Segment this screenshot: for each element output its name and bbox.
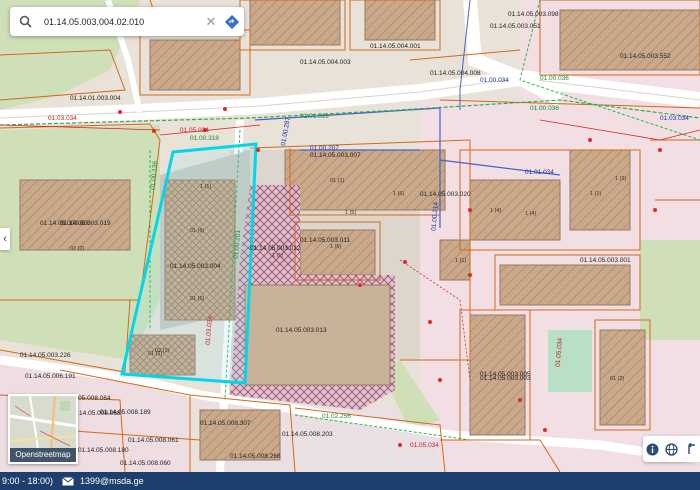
- road-label: 01.01.019: [300, 113, 329, 120]
- building-label: 01 (6): [190, 228, 205, 234]
- parcel-label: 01.14.05.004.001: [370, 43, 421, 50]
- parcel-label: 01.14.05.003.019: [60, 220, 111, 227]
- parcel-label: 01.14.05.003.226: [20, 352, 71, 359]
- parcel-label: 01.14.05.003.020: [420, 191, 471, 198]
- road-label: 01.03.034: [48, 115, 77, 122]
- building: [364, 0, 436, 41]
- road-label: 01.05.034: [180, 127, 209, 134]
- parcel-label: 01.14.05.008.203: [282, 431, 333, 438]
- road-label: 01.03.034: [660, 115, 689, 122]
- parcel-label: 01.14.05.003.004: [170, 263, 221, 270]
- building-label: 01 (1): [330, 178, 345, 184]
- building: [569, 149, 631, 231]
- building-label: 1 (3): [615, 176, 626, 182]
- parcel-label: 01.14.05.003.005: [480, 371, 531, 378]
- parcel-label: 01.14.01.003.004: [70, 95, 121, 102]
- parcel-label: 01.14.05.008.268: [230, 453, 281, 460]
- parcel-label: 01.14.05.003.001: [580, 257, 631, 264]
- parcel-label: 01.14.05.003.098: [508, 11, 559, 18]
- building-label: 1 (4): [490, 208, 501, 214]
- parcel-label: 01.14.05.008.060: [120, 460, 171, 467]
- building-label: 01 (2): [610, 376, 625, 382]
- building-label: 1 (5): [345, 210, 356, 216]
- building-label: 1 (4): [525, 211, 536, 217]
- parcel-label: 01.14.05.008.307: [200, 420, 251, 427]
- back-arrow-icon[interactable]: [684, 442, 698, 456]
- map-tools: [643, 436, 700, 462]
- parcel-label: 01.14.05.008.180: [78, 447, 129, 454]
- road-label: 01.01.034: [525, 169, 554, 176]
- contact-email[interactable]: 1399@msda.ge: [62, 476, 144, 486]
- building-label: 01 (6): [190, 296, 205, 302]
- building-label: 1 (6): [393, 191, 404, 197]
- cadastral-map[interactable]: 01.14.05.003.004 01.14.05.003.005 01.14.…: [0, 0, 700, 473]
- info-icon[interactable]: [646, 442, 660, 456]
- footer-bar: 9:00 - 18:00) 1399@msda.ge: [0, 472, 700, 490]
- mail-icon: [62, 476, 74, 485]
- road-label: 01.00.034: [480, 77, 509, 84]
- working-hours: 9:00 - 18:00): [2, 476, 54, 486]
- road-label: 01.05.034: [410, 442, 439, 449]
- parcel-label: 01.14.05.008.061: [128, 437, 179, 444]
- building-label: 1 (1): [455, 258, 466, 264]
- collapse-panel-button[interactable]: ‹: [0, 228, 10, 250]
- park-area: [640, 240, 700, 340]
- building: [244, 284, 391, 386]
- building: [559, 9, 700, 71]
- email-text: 1399@msda.ge: [80, 476, 144, 486]
- building-label: 1 (6): [330, 244, 341, 250]
- parcel-label: 01.14.05.006.191: [25, 373, 76, 380]
- road-label: 01.00.036: [530, 105, 559, 112]
- parcel-label: 01.14.05.003.552: [620, 53, 671, 60]
- search-box: ✕: [10, 7, 244, 36]
- road-label: 01.00.036: [540, 75, 569, 82]
- parcel-label: 01.14.05.003.011: [300, 237, 351, 244]
- road-label: 01.00.318: [190, 135, 219, 142]
- building: [284, 149, 446, 211]
- parcel-label: 01.14.05.003.007: [310, 152, 361, 159]
- building-label: 02 (2): [70, 246, 85, 252]
- building: [249, 0, 341, 46]
- basemap-label: Openstreetmap: [10, 448, 76, 462]
- search-input[interactable]: [40, 16, 202, 27]
- building-label: 1 (1): [272, 253, 283, 259]
- building-label: 1 (1): [590, 191, 601, 197]
- building: [499, 264, 631, 306]
- parcel-label: 01.14.05.004.008: [430, 70, 481, 77]
- basemap-switcher[interactable]: Openstreetmap: [8, 394, 78, 464]
- building: [19, 179, 131, 251]
- parcel-label: 01.14.05.004.003: [300, 59, 351, 66]
- search-icon[interactable]: [10, 15, 40, 28]
- clear-icon[interactable]: ✕: [202, 14, 220, 30]
- building: [149, 39, 241, 91]
- road-label: 01.00.207: [310, 145, 339, 152]
- parcel-label: 01.14.05.008.189: [100, 409, 151, 416]
- parcel-label: 01.14.05.003.012: [250, 245, 301, 252]
- building: [469, 179, 561, 241]
- building-label: 02 (1): [155, 348, 170, 354]
- road-label: 01.02.256: [322, 413, 351, 420]
- parcel-label: 01.14.05.003.013: [276, 327, 327, 334]
- map-canvas[interactable]: 01.14.05.003.004 01.14.05.003.005 01.14.…: [0, 0, 700, 473]
- parcel-label: 01.14.05.003.051: [490, 23, 541, 30]
- building-label: 1 (1): [200, 184, 211, 190]
- directions-icon[interactable]: [220, 14, 244, 29]
- globe-icon[interactable]: [665, 442, 679, 456]
